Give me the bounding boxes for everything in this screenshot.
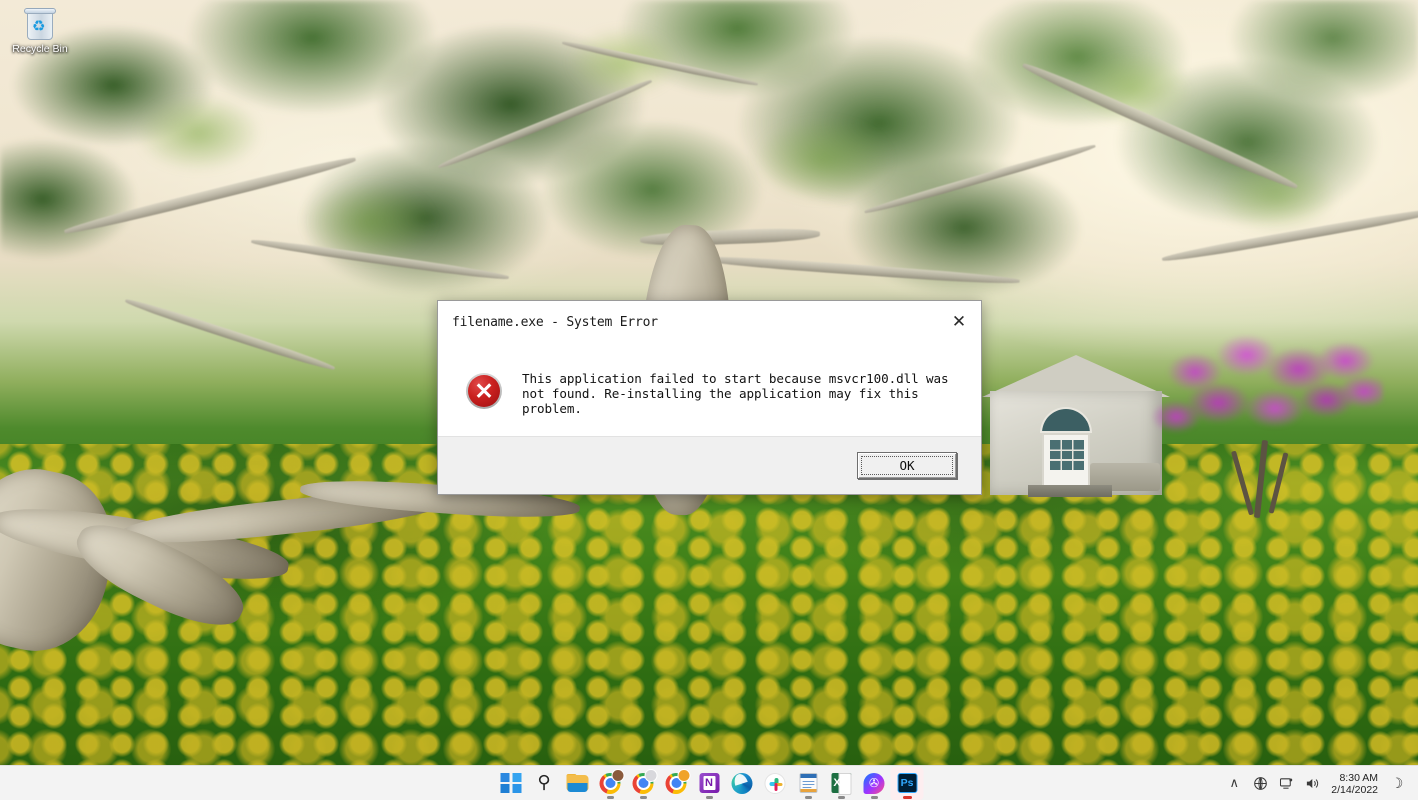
onenote-letter: N bbox=[703, 776, 715, 790]
running-indicator bbox=[838, 796, 845, 799]
display-cast-icon[interactable] bbox=[1273, 769, 1299, 799]
running-indicator bbox=[805, 796, 812, 799]
clock-time: 8:30 AM bbox=[1339, 772, 1378, 784]
clock-date: 2/14/2022 bbox=[1331, 784, 1378, 796]
ok-button-label: OK bbox=[861, 456, 953, 475]
close-icon[interactable]: ✕ bbox=[937, 301, 981, 343]
onenote-button[interactable]: N bbox=[693, 767, 726, 800]
notepad-button[interactable] bbox=[792, 767, 825, 800]
messenger-button[interactable] bbox=[858, 767, 891, 800]
wallpaper-rhododendron-bush bbox=[1148, 330, 1383, 470]
system-error-dialog: filename.exe - System Error ✕ ✕ This app… bbox=[437, 300, 982, 495]
excel-icon: X bbox=[831, 773, 851, 793]
dialog-title: filename.exe - System Error bbox=[452, 315, 658, 330]
search-icon: ⚲ bbox=[537, 774, 550, 792]
photoshop-icon: Ps bbox=[897, 773, 917, 793]
onenote-icon: N bbox=[699, 773, 719, 793]
cottage-door bbox=[1042, 433, 1090, 489]
chrome-profile-2-button[interactable] bbox=[627, 767, 660, 800]
profile-avatar bbox=[677, 769, 690, 782]
profile-avatar bbox=[611, 769, 624, 782]
network-icon[interactable] bbox=[1247, 769, 1273, 799]
cottage-steps bbox=[1028, 485, 1112, 497]
windows-start-icon bbox=[501, 773, 522, 794]
edge-button[interactable] bbox=[726, 767, 759, 800]
slack-icon bbox=[765, 773, 786, 794]
profile-avatar bbox=[644, 769, 657, 782]
system-tray: ∧ bbox=[1221, 766, 1410, 800]
error-circle-x-icon: ✕ bbox=[466, 373, 502, 409]
running-indicator bbox=[607, 796, 614, 799]
running-indicator bbox=[640, 796, 647, 799]
dialog-body: ✕ This application failed to start becau… bbox=[438, 343, 981, 436]
taskbar-app-group: ⚲ N bbox=[495, 766, 924, 800]
clock-button[interactable]: 8:30 AM 2/14/2022 bbox=[1325, 769, 1384, 799]
notepad-icon bbox=[799, 773, 817, 793]
taskbar: ⚲ N bbox=[0, 765, 1418, 800]
slack-button[interactable] bbox=[759, 767, 792, 800]
dialog-message: This application failed to start because… bbox=[522, 371, 965, 416]
search-button[interactable]: ⚲ bbox=[528, 767, 561, 800]
desktop-icon-label: Recycle Bin bbox=[4, 43, 76, 55]
recycle-bin-icon: ♻ bbox=[23, 7, 57, 41]
volume-icon[interactable] bbox=[1299, 769, 1325, 799]
folder-icon bbox=[566, 774, 588, 792]
do-not-disturb-moon-icon[interactable]: ☽ bbox=[1384, 769, 1410, 799]
running-indicator bbox=[706, 796, 713, 799]
photoshop-button[interactable]: Ps bbox=[891, 767, 924, 800]
chrome-profile-1-button[interactable] bbox=[594, 767, 627, 800]
running-indicator bbox=[871, 796, 878, 799]
wallpaper-cottage bbox=[982, 355, 1170, 495]
photoshop-letter: Ps bbox=[901, 777, 914, 789]
start-button[interactable] bbox=[495, 767, 528, 800]
ok-button[interactable]: OK bbox=[857, 452, 957, 479]
messenger-icon bbox=[864, 773, 885, 794]
edge-icon bbox=[732, 773, 753, 794]
desktop: ♻ Recycle Bin filename.exe - System Erro… bbox=[0, 0, 1418, 800]
dialog-footer: OK bbox=[438, 436, 981, 494]
excel-button[interactable]: X bbox=[825, 767, 858, 800]
excel-letter: X bbox=[833, 777, 840, 789]
cottage-door-glass bbox=[1050, 440, 1084, 470]
error-x-glyph: ✕ bbox=[466, 373, 502, 409]
show-hidden-icons-button[interactable]: ∧ bbox=[1221, 769, 1247, 799]
chrome-profile-3-button[interactable] bbox=[660, 767, 693, 800]
file-explorer-button[interactable] bbox=[561, 767, 594, 800]
running-indicator bbox=[903, 796, 912, 799]
desktop-icon-recycle-bin[interactable]: ♻ Recycle Bin bbox=[4, 4, 76, 55]
dialog-title-bar[interactable]: filename.exe - System Error ✕ bbox=[438, 301, 981, 343]
